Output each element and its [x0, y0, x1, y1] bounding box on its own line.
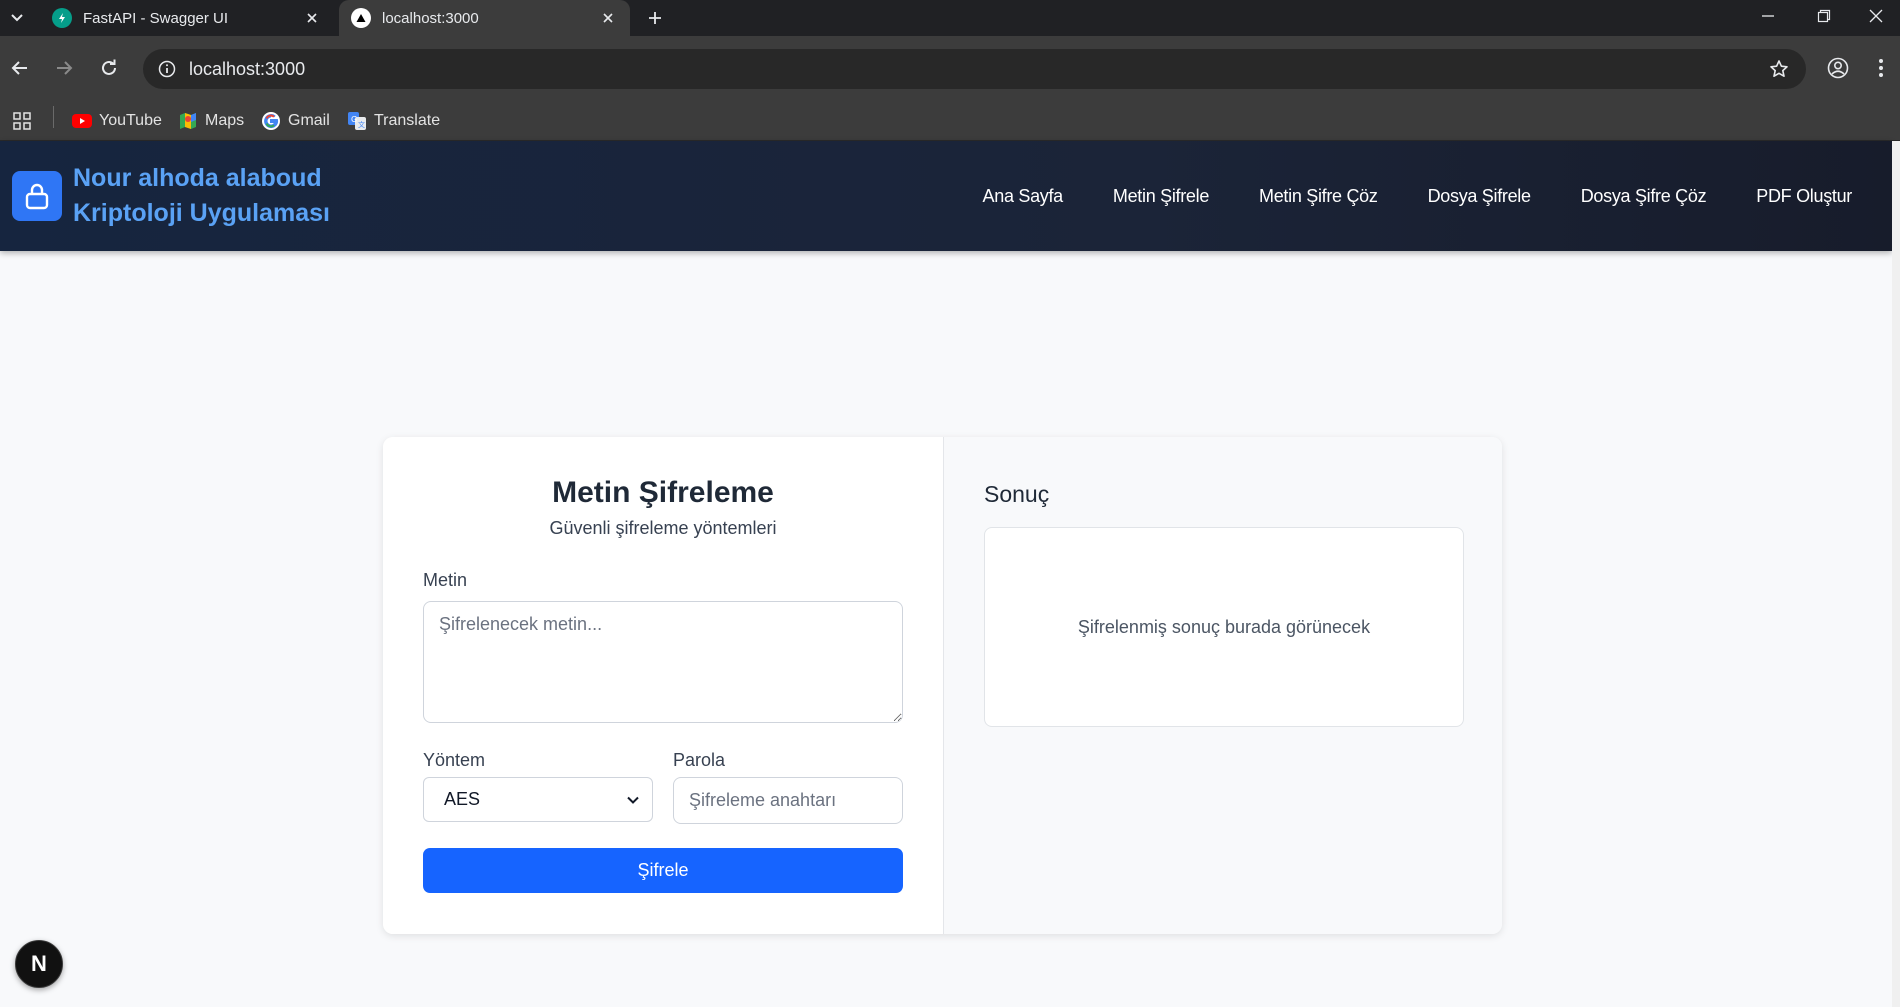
account-icon: [1827, 57, 1849, 79]
apps-grid-icon: [12, 111, 32, 131]
nav-link-create-pdf[interactable]: PDF Oluştur: [1756, 186, 1852, 207]
minimize-button[interactable]: [1740, 0, 1796, 32]
bookmark-label: Translate: [374, 112, 441, 129]
result-placeholder: Şifrelenmiş sonuç burada görünecek: [1077, 616, 1371, 637]
restore-button[interactable]: [1796, 0, 1852, 32]
result-panel: Sonuç Şifrelenmiş sonuç burada görünecek: [943, 437, 1502, 934]
svg-text:文: 文: [358, 120, 365, 129]
google-icon: [261, 111, 281, 131]
bookmark-maps[interactable]: Maps: [178, 107, 244, 135]
browser-toolbar: localhost:3000: [0, 36, 1900, 101]
apps-button[interactable]: [12, 107, 39, 135]
close-tab-icon[interactable]: [598, 8, 618, 28]
brand-name: Nour alhoda alaboud: [73, 164, 322, 192]
close-tab-icon[interactable]: [302, 8, 322, 28]
bookmark-label: Gmail: [288, 112, 330, 129]
svg-text:G: G: [351, 115, 357, 124]
address-url: localhost:3000: [189, 58, 306, 79]
bookmarks-divider: [53, 106, 54, 128]
page-scrollbar[interactable]: [1892, 141, 1900, 1007]
bookmark-translate[interactable]: G文 Translate: [347, 107, 440, 135]
site-info-icon[interactable]: [147, 49, 187, 89]
chevron-down-icon: [11, 14, 23, 22]
browser-tab-bar: FastAPI - Swagger UI localhost:3000: [0, 0, 1900, 36]
minimize-icon: [1762, 15, 1774, 17]
reload-button[interactable]: [91, 50, 127, 86]
new-tab-button[interactable]: [640, 3, 670, 33]
arrow-right-icon: [57, 61, 73, 75]
arrow-left-icon: [11, 61, 27, 75]
tab-search-button[interactable]: [4, 4, 30, 30]
method-selected-value: AES: [444, 789, 481, 809]
profile-button[interactable]: [1820, 50, 1856, 86]
menu-button[interactable]: [1866, 50, 1896, 86]
back-button[interactable]: [2, 50, 38, 86]
result-title: Sonuç: [984, 481, 1050, 507]
nextjs-logo-icon: N: [31, 951, 47, 976]
brand-app-name: Kriptoloji Uygulaması: [73, 199, 330, 227]
lock-icon[interactable]: [12, 171, 62, 221]
password-label: Parola: [673, 750, 726, 770]
nextjs-dev-tools-button[interactable]: N: [15, 940, 63, 988]
maps-icon: [178, 111, 198, 131]
youtube-icon: [72, 111, 92, 131]
result-output: Şifrelenmiş sonuç burada görünecek: [984, 527, 1464, 727]
bookmark-label: YouTube: [99, 112, 162, 129]
chevron-down-icon: [627, 796, 639, 804]
form-title: Metin Şifreleme: [552, 476, 774, 509]
nextjs-triangle-icon: [351, 8, 371, 28]
plus-icon: [649, 12, 661, 24]
nav-link-encrypt-text[interactable]: Metin Şifrele: [1113, 186, 1209, 207]
brand-title[interactable]: Nour alhoda alaboud Kriptoloji Uygulamas…: [73, 161, 330, 231]
text-input[interactable]: [423, 601, 903, 723]
nav-link-home[interactable]: Ana Sayfa: [983, 186, 1064, 207]
encryption-form: Metin Şifreleme Güvenli şifreleme yöntem…: [383, 437, 943, 934]
bookmark-gmail[interactable]: Gmail: [261, 107, 330, 135]
encryption-card: Metin Şifreleme Güvenli şifreleme yöntem…: [383, 437, 1502, 934]
tab-localhost[interactable]: localhost:3000: [339, 0, 630, 36]
method-label: Yöntem: [423, 750, 486, 770]
forward-button[interactable]: [46, 50, 82, 86]
bookmark-label: Maps: [205, 112, 245, 129]
bookmark-youtube[interactable]: YouTube: [72, 107, 162, 135]
close-window-button[interactable]: [1852, 0, 1900, 32]
bookmarks-bar: YouTube Maps Gmail G文 Translate: [0, 101, 1900, 141]
form-subtitle: Güvenli şifreleme yöntemleri: [549, 518, 777, 538]
tab-title: FastAPI - Swagger UI: [83, 9, 229, 27]
close-icon: [1869, 9, 1883, 23]
page-viewport: Nour alhoda alaboud Kriptoloji Uygulamas…: [0, 141, 1892, 1007]
encrypt-button[interactable]: Şifrele: [423, 848, 903, 893]
translate-icon: G文: [347, 111, 367, 131]
method-select[interactable]: AES: [423, 777, 653, 822]
nav-link-decrypt-file[interactable]: Dosya Şifre Çöz: [1581, 186, 1707, 207]
tab-title: localhost:3000: [382, 9, 479, 27]
app-navbar: Nour alhoda alaboud Kriptoloji Uygulamas…: [0, 141, 1892, 251]
bookmark-star-icon[interactable]: [1766, 56, 1792, 82]
fastapi-icon: [52, 8, 72, 28]
text-label: Metin: [423, 570, 468, 590]
address-bar[interactable]: localhost:3000: [143, 49, 1806, 89]
restore-icon: [1817, 9, 1831, 23]
password-input[interactable]: [673, 777, 903, 824]
nav-link-decrypt-text[interactable]: Metin Şifre Çöz: [1259, 186, 1378, 207]
kebab-menu-icon: [1879, 59, 1883, 77]
nav-links: Ana Sayfa Metin Şifrele Metin Şifre Çöz …: [983, 141, 1853, 251]
tab-fastapi[interactable]: FastAPI - Swagger UI: [40, 0, 334, 36]
reload-icon: [102, 59, 116, 75]
nav-link-encrypt-file[interactable]: Dosya Şifrele: [1428, 186, 1531, 207]
